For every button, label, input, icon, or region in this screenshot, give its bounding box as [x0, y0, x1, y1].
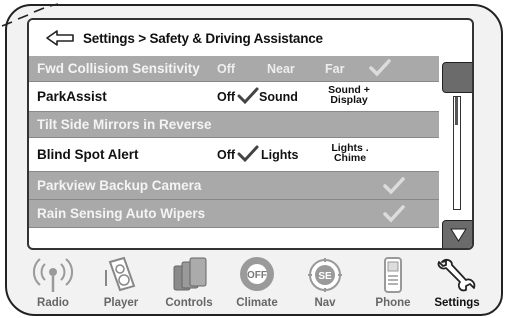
dock-label: Settings: [434, 297, 480, 309]
dock-label: Controls: [165, 297, 213, 309]
row-label: Rain Sensing Auto Wipers: [37, 206, 206, 221]
settings-icon: [437, 258, 476, 292]
radio-icon: [33, 258, 73, 292]
row-rain-sensing-wipers[interactable]: Rain Sensing Auto Wipers: [29, 200, 439, 228]
row-label: Parkview Backup Camera: [37, 178, 202, 193]
scroll-track[interactable]: [453, 96, 461, 210]
dock-item-nav[interactable]: SE Nav: [292, 254, 358, 312]
dock-item-settings[interactable]: Settings: [424, 254, 490, 312]
row-parkview-backup-camera[interactable]: Parkview Backup Camera: [29, 172, 439, 200]
option-line: Display: [330, 94, 368, 106]
row-blind-spot-alert[interactable]: Blind Spot Alert Off Lights Lights . Chi…: [29, 138, 439, 172]
row-tilt-side-mirrors[interactable]: Tilt Side Mirrors in Reverse: [29, 112, 439, 138]
nav-icon: SE: [308, 258, 342, 292]
checkmark-icon: [237, 145, 259, 163]
nav-badge: SE: [318, 271, 332, 282]
option-near[interactable]: Near: [267, 62, 295, 76]
option-lights-chime[interactable]: Lights . Chime: [327, 143, 373, 164]
checkmark-icon[interactable]: [369, 59, 391, 77]
row-park-assist[interactable]: ParkAssist Off Sound Sound + Display: [29, 82, 439, 112]
dock-label: Player: [103, 297, 139, 309]
dock-label: Radio: [37, 297, 69, 309]
option-line: Chime: [333, 152, 367, 164]
dock-label: Phone: [375, 297, 411, 309]
option-lights[interactable]: Lights: [261, 148, 299, 162]
option-sound-display[interactable]: Sound + Display: [325, 85, 373, 106]
scroll-up-button[interactable]: [442, 62, 472, 93]
dock-item-player[interactable]: Player: [88, 254, 154, 312]
option-sound[interactable]: Sound: [259, 90, 298, 104]
climate-icon: OFF: [240, 257, 274, 291]
row-label: Blind Spot Alert: [37, 147, 139, 162]
screen-header: Settings > Safety & Driving Assistance: [29, 20, 439, 57]
scroll-down-button[interactable]: [442, 220, 472, 248]
option-off[interactable]: Off: [217, 62, 235, 76]
row-fwd-collision-sensitivity[interactable]: Fwd Collisiom Sensitivity Off Near Far: [29, 56, 439, 82]
row-label: Fwd Collisiom Sensitivity: [37, 61, 200, 76]
dock-item-phone[interactable]: Phone: [360, 254, 426, 312]
dock-label: Nav: [314, 297, 336, 309]
dock-item-climate[interactable]: OFF Climate: [224, 254, 290, 312]
row-label: Tilt Side Mirrors in Reverse: [37, 117, 212, 132]
back-arrow-icon[interactable]: [41, 28, 81, 48]
climate-badge: OFF: [247, 270, 267, 281]
dock-item-controls[interactable]: Controls: [156, 254, 222, 312]
checkmark-icon[interactable]: [383, 205, 405, 223]
option-off[interactable]: Off: [217, 90, 235, 104]
player-icon: [105, 256, 136, 292]
scroll-thumb[interactable]: [455, 97, 458, 125]
row-label: ParkAssist: [37, 89, 107, 104]
option-off[interactable]: Off: [217, 148, 235, 162]
controls-icon: [173, 257, 207, 291]
settings-screen: Settings > Safety & Driving Assistance F…: [27, 18, 474, 250]
checkmark-icon[interactable]: [383, 177, 405, 195]
checkmark-icon: [237, 87, 259, 105]
phone-icon: [384, 257, 402, 293]
dock-label: Climate: [236, 297, 278, 309]
option-far[interactable]: Far: [325, 62, 344, 76]
bottom-dock: Radio Player Controls OFF Climate SE Nav…: [20, 254, 490, 314]
breadcrumb-title: Settings > Safety & Driving Assistance: [83, 30, 323, 46]
scrollbar[interactable]: [440, 56, 472, 248]
dock-item-radio[interactable]: Radio: [20, 254, 86, 312]
down-triangle-icon: [450, 228, 467, 242]
